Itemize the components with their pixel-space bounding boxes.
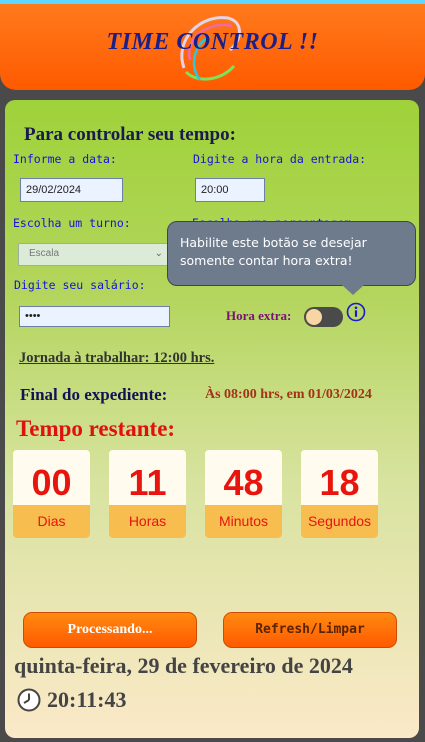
- countdown-seconds-value: 18: [319, 462, 360, 503]
- workday-duration: Jornada à trabalhar: 12:00 hrs.: [19, 350, 215, 366]
- countdown-seconds-unit: Segundos: [301, 505, 378, 538]
- end-of-shift-label: Final do expediente:: [20, 385, 168, 404]
- chevron-down-icon: ⌄: [154, 248, 163, 259]
- extra-hour-toggle[interactable]: [304, 307, 343, 327]
- countdown-hours: 11 Horas: [109, 450, 186, 538]
- entry-time-label: Digite a hora da entrada:: [193, 152, 367, 166]
- salary-input[interactable]: ••••: [19, 306, 170, 327]
- process-button[interactable]: Processando...: [23, 612, 197, 648]
- shift-select[interactable]: Escala ⌄: [18, 243, 168, 266]
- current-date: quinta-feira, 29 de fevereiro de 2024: [14, 653, 353, 678]
- date-label: Informe a data:: [13, 152, 117, 166]
- app-title: TIME CONTROL !!: [106, 29, 319, 55]
- extra-hour-tooltip: Habilite este botão se desejar somente c…: [167, 221, 416, 286]
- refresh-clear-button[interactable]: Refresh/Limpar: [223, 612, 397, 648]
- remaining-time-label: Tempo restante:: [16, 416, 176, 441]
- clock-icon: [17, 688, 41, 712]
- countdown-hours-value: 11: [128, 462, 167, 503]
- app-header: TIME CONTROL !!: [0, 4, 425, 90]
- section-heading: Para controlar seu tempo:: [24, 124, 236, 145]
- countdown-minutes-value: 48: [223, 462, 264, 503]
- shift-select-value: Escala: [29, 248, 60, 259]
- current-time-row: 20:11:43: [17, 687, 126, 713]
- countdown-minutes-unit: Minutos: [205, 505, 282, 538]
- shift-label: Escolha um turno:: [13, 216, 131, 230]
- countdown-seconds: 18 Segundos: [301, 450, 378, 538]
- tooltip-arrow: [342, 285, 364, 295]
- countdown-minutes: 48 Minutos: [205, 450, 282, 538]
- countdown-days-unit: Dias: [13, 505, 90, 538]
- info-icon[interactable]: [346, 302, 366, 322]
- countdown-hours-unit: Horas: [109, 505, 186, 538]
- main-panel: Para controlar seu tempo: Informe a data…: [5, 100, 419, 738]
- date-input[interactable]: 29/02/2024: [20, 178, 123, 202]
- current-time: 20:11:43: [47, 687, 127, 712]
- extra-hour-label: Hora extra:: [226, 308, 292, 323]
- countdown-days: 00 Dias: [13, 450, 90, 538]
- salary-label: Digite seu salário:: [14, 278, 146, 292]
- toggle-knob: [306, 309, 322, 325]
- entry-time-input[interactable]: 20:00: [195, 178, 265, 202]
- end-of-shift-value: Às 08:00 hrs, em 01/03/2024: [205, 387, 372, 402]
- countdown-days-value: 00: [31, 462, 72, 503]
